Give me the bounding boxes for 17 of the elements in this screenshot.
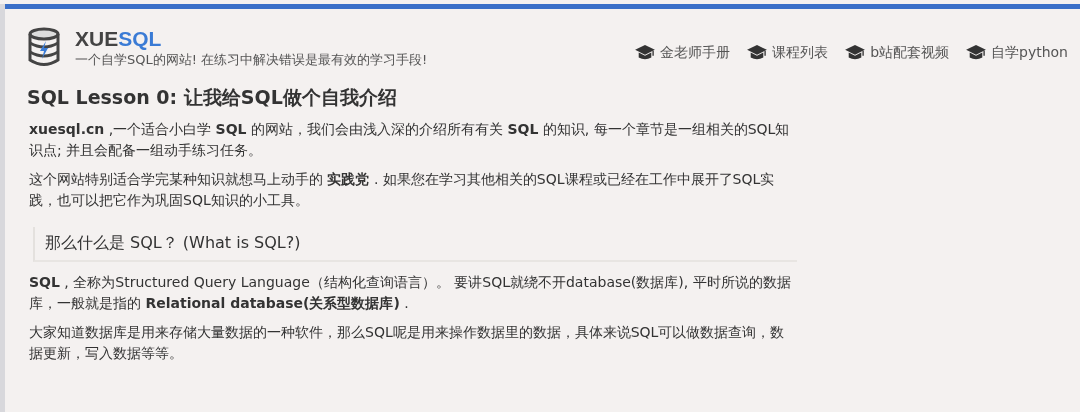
lesson-title: SQL Lesson 0: 让我给SQL做个自我介绍 xyxy=(27,85,398,110)
paragraph: SQL , 全称为Structured Query Language（结构化查询语言）。 要讲SQL就绕不开database(数据库), 平时所说的数据库，一般就是指的 Relational database(关系型数据库) . xyxy=(28,273,792,313)
section-heading: 那么什么是 SQL？ (What is SQL?) xyxy=(33,227,797,262)
paragraph: xuesql.cn ,一个适合小白学 SQL 的网站，我们会由浅入深的介绍所有有关 SQL 的知识, 每一个章节是一组相关的SQL知识点; 并且会配备一组动手练习任务。 xyxy=(28,120,791,160)
graduation-cap-icon xyxy=(844,44,867,62)
graduation-cap-icon xyxy=(965,44,987,62)
graduation-cap-icon xyxy=(746,44,769,62)
nav-link[interactable]: 金老师手册 xyxy=(634,37,731,69)
graduation-cap-icon xyxy=(634,44,657,62)
nav-link[interactable]: b站配套视频 xyxy=(844,37,949,69)
nav-link[interactable]: 课程列表 xyxy=(746,37,829,69)
paragraph: 这个网站特别适合学完某种知识就想马上动手的 实践党 . 如果您在学习其他相关的SQL课程或已经在工作中展开了SQL实践，也可以把它作为巩固SQL知识的小工具。 xyxy=(28,170,776,210)
paragraph: 大家知道数据库是用来存储大量数据的一种软件，那么SQL呢是用来操作数据里的数据，具体来说SQL可以做数据查询，数据更新，写入数据等等。 xyxy=(28,323,786,363)
site-tagline: 一个自学SQL的网站! 在练习中解决错误是最有效的学习手段! xyxy=(75,51,428,69)
nav-link[interactable]: 自学python xyxy=(965,37,1068,69)
database-icon xyxy=(27,27,61,67)
site-logo-text[interactable]: XUESQL xyxy=(75,27,428,51)
